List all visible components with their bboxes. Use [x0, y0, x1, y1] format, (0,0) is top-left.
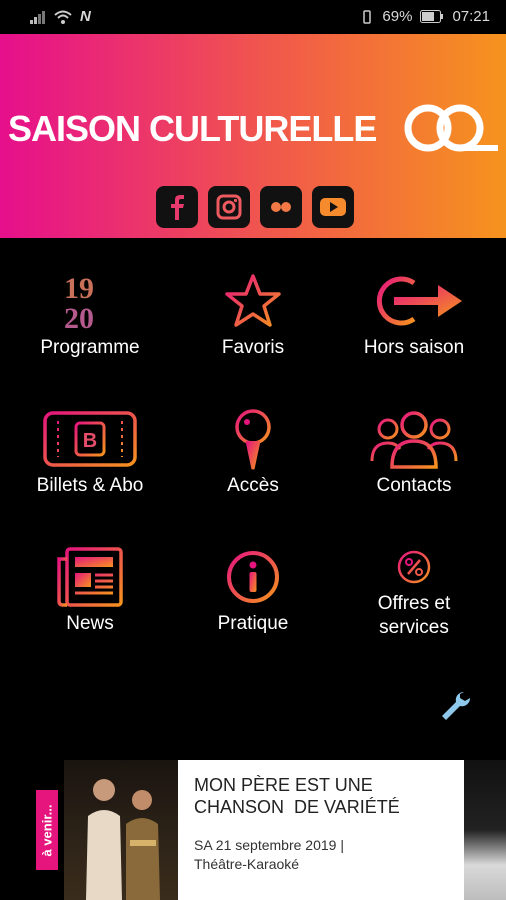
upcoming-tag: à venir... — [36, 790, 58, 870]
next-event-photo[interactable] — [464, 760, 506, 900]
co2-logo-icon — [404, 104, 498, 152]
menu-item-programme[interactable]: 19 20 Programme — [10, 266, 170, 360]
menu-item-label: News — [66, 613, 114, 634]
flickr-button[interactable] — [260, 186, 302, 228]
menu-item-label: Offres et services — [377, 593, 451, 638]
calendar-1920-icon: 19 20 — [10, 266, 170, 336]
app-logo-text: SAISON CULTURELLE — [8, 108, 377, 149]
menu-item-offres[interactable]: Offres et services — [334, 542, 494, 640]
map-pin-icon — [173, 404, 333, 474]
menu-item-news[interactable]: News — [10, 542, 170, 636]
menu-item-label: Contacts — [376, 475, 452, 496]
menu-item-pratique[interactable]: Pratique — [173, 542, 333, 636]
newspaper-icon — [10, 542, 170, 612]
svg-text:19: 19 — [64, 272, 94, 305]
youtube-button[interactable] — [312, 186, 354, 228]
header-banner: SAISON CULTURELLE — [0, 34, 506, 238]
signal-icon — [30, 10, 45, 24]
menu-item-label: Pratique — [217, 613, 289, 634]
star-icon — [173, 266, 333, 336]
exit-arrow-icon — [334, 266, 494, 336]
event-category: Théâtre-Karaoké — [194, 856, 300, 872]
youtube-icon — [320, 198, 346, 216]
carrier-indicator: N — [80, 8, 91, 25]
event-card[interactable]: MON PÈRE EST UNE CHANSON DE VARIÉTÉ SA 21… — [178, 760, 464, 900]
menu-item-label: Billets & Abo — [36, 475, 144, 496]
status-bar: N 69% 07:21 — [0, 0, 506, 34]
event-date: SA 21 septembre 2019 | — [194, 837, 344, 853]
facebook-button[interactable] — [156, 186, 198, 228]
instagram-icon — [216, 194, 242, 220]
event-title: MON PÈRE EST UNE CHANSON DE VARIÉTÉ — [194, 775, 400, 817]
event-meta: SA 21 septembre 2019 | Théâtre-Karaoké — [194, 836, 344, 874]
clock: 07:21 — [452, 8, 490, 25]
event-photo — [64, 760, 178, 900]
battery-percent: 69% — [382, 8, 413, 25]
wifi-icon — [54, 10, 72, 24]
menu-item-label: Favoris — [221, 337, 285, 358]
menu-item-billets[interactable]: B Billets & Abo — [10, 404, 170, 498]
menu-item-label: Programme — [40, 337, 140, 358]
menu-item-hors-saison[interactable]: Hors saison — [334, 266, 494, 360]
menu-item-label: Hors saison — [363, 337, 465, 358]
vibrate-icon — [363, 9, 372, 24]
flickr-icon — [271, 202, 291, 212]
menu-item-contacts[interactable]: Contacts — [334, 404, 494, 498]
svg-text:B: B — [83, 430, 97, 452]
menu-item-label: Accès — [227, 475, 279, 496]
percent-icon — [334, 542, 494, 592]
menu-item-acces[interactable]: Accès — [173, 404, 333, 498]
ticket-icon: B — [10, 404, 170, 474]
wrench-icon[interactable] — [438, 688, 472, 722]
info-icon — [173, 542, 333, 612]
menu-item-favoris[interactable]: Favoris — [173, 266, 333, 360]
facebook-icon — [171, 195, 184, 220]
people-icon — [334, 404, 494, 474]
instagram-button[interactable] — [208, 186, 250, 228]
svg-text:20: 20 — [64, 302, 94, 332]
social-links — [156, 186, 354, 228]
battery-icon — [420, 10, 444, 23]
